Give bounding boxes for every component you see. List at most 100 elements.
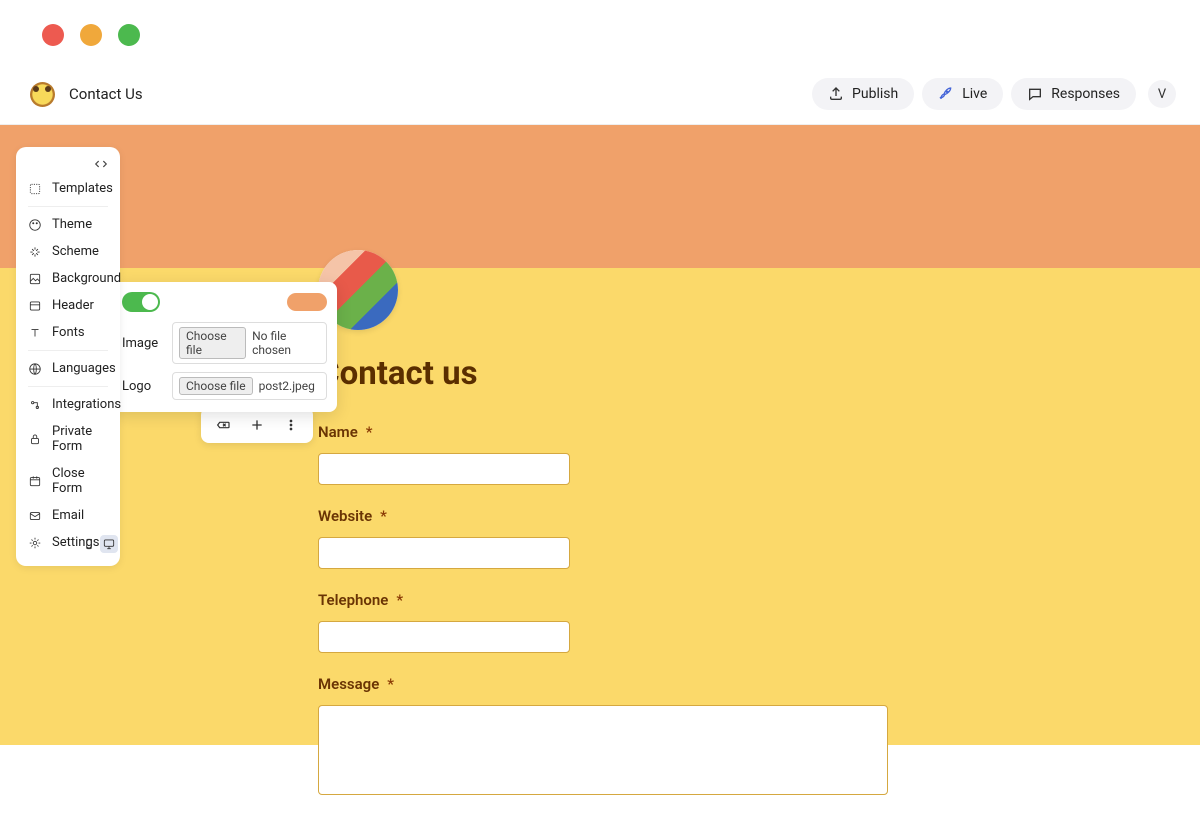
sidebar-private-form-label: Private Form [52, 424, 108, 454]
required-asterisk: * [380, 507, 387, 525]
templates-icon [28, 182, 42, 196]
publish-label: Publish [852, 86, 898, 102]
image-file-box[interactable]: Choose file No file chosen [172, 322, 327, 364]
image-upload-row: Image Choose file No file chosen [122, 322, 327, 364]
live-label: Live [962, 86, 987, 102]
image-icon [28, 272, 42, 286]
delete-icon[interactable] [215, 417, 231, 433]
sidebar-separator-2 [28, 350, 108, 351]
app-logo-icon[interactable] [30, 82, 55, 107]
sidebar-templates-label: Templates [52, 181, 113, 196]
text-icon [28, 326, 42, 340]
telephone-input[interactable] [318, 621, 570, 653]
image-upload-label: Image [122, 336, 162, 351]
logo-upload-label: Logo [122, 379, 162, 394]
gear-icon [28, 536, 42, 550]
sidebar-templates[interactable]: Templates [16, 175, 120, 202]
app-title: Contact Us [69, 85, 143, 103]
sidebar-email[interactable]: Email [16, 502, 120, 529]
field-website-label: Website * [318, 507, 888, 525]
plus-icon[interactable] [249, 417, 265, 433]
header-visible-toggle[interactable] [122, 292, 160, 312]
topbar: Contact Us Publish Live Responses V [0, 70, 1200, 125]
chat-icon [1027, 86, 1043, 102]
topbar-left: Contact Us [30, 82, 143, 107]
field-name-label: Name * [318, 423, 888, 441]
maximize-window-dot[interactable] [118, 24, 140, 46]
header-settings-popover: Image Choose file No file chosen Logo Ch… [112, 282, 337, 412]
field-telephone-label: Telephone * [318, 591, 888, 609]
sidebar-fonts-label: Fonts [52, 325, 85, 340]
sidebar-integrations-label: Integrations [52, 397, 121, 412]
desktop-icon [102, 537, 116, 551]
palette-icon [28, 218, 42, 232]
canvas-area: Templates Theme Scheme Background Header… [0, 125, 1200, 745]
field-toolbar [201, 407, 313, 443]
sidebar-theme[interactable]: Theme [16, 211, 120, 238]
form-preview: Contact us Name * Website * Telephone * [318, 250, 888, 817]
publish-button[interactable]: Publish [812, 78, 914, 110]
field-message-label: Message * [318, 675, 888, 693]
form-title[interactable]: Contact us [318, 354, 888, 393]
field-message[interactable]: Message * [318, 675, 888, 795]
sidebar-separator-3 [28, 386, 108, 387]
field-name[interactable]: Name * [318, 423, 888, 485]
close-window-dot[interactable] [42, 24, 64, 46]
responses-label: Responses [1051, 86, 1120, 102]
name-input[interactable] [318, 453, 570, 485]
sidebar-close-form-label: Close Form [52, 466, 108, 496]
required-asterisk: * [366, 423, 373, 441]
topbar-right: Publish Live Responses V [812, 78, 1176, 110]
sidebar-background[interactable]: Background [16, 265, 120, 292]
required-asterisk: * [387, 675, 394, 693]
editor-sidebar: Templates Theme Scheme Background Header… [16, 147, 120, 566]
header-color-swatch[interactable] [287, 293, 327, 311]
sidebar-scheme-label: Scheme [52, 244, 99, 259]
sidebar-integrations[interactable]: Integrations [16, 391, 120, 418]
logo-choose-button[interactable]: Choose file [179, 377, 253, 395]
logo-upload-row: Logo Choose file post2.jpeg [122, 372, 327, 400]
integrations-icon [28, 398, 42, 412]
sidebar-close-form[interactable]: Close Form [16, 460, 120, 502]
live-button[interactable]: Live [922, 78, 1003, 110]
minimize-window-dot[interactable] [80, 24, 102, 46]
globe-icon [28, 362, 42, 376]
field-website[interactable]: Website * [318, 507, 888, 569]
sidebar-header[interactable]: Header [16, 292, 120, 319]
user-avatar[interactable]: V [1148, 80, 1176, 108]
code-icon [94, 157, 108, 171]
sidebar-header-label: Header [52, 298, 94, 313]
desktop-view-button[interactable] [100, 535, 118, 553]
logo-file-name: post2.jpeg [259, 379, 315, 393]
field-website-text: Website [318, 507, 372, 525]
mobile-view-button[interactable] [80, 535, 98, 553]
sidebar-private-form[interactable]: Private Form [16, 418, 120, 460]
user-initial: V [1158, 87, 1166, 102]
form-header-band [0, 125, 1200, 268]
sidebar-separator [28, 206, 108, 207]
rocket-icon [938, 86, 954, 102]
sidebar-languages[interactable]: Languages [16, 355, 120, 382]
responses-button[interactable]: Responses [1011, 78, 1136, 110]
more-vertical-icon[interactable] [283, 417, 299, 433]
calendar-icon [28, 474, 42, 488]
message-textarea[interactable] [318, 705, 888, 795]
window-controls [0, 0, 1200, 70]
code-toggle[interactable] [16, 157, 120, 175]
upload-icon [828, 86, 844, 102]
field-telephone[interactable]: Telephone * [318, 591, 888, 653]
sidebar-theme-label: Theme [52, 217, 92, 232]
sidebar-languages-label: Languages [52, 361, 116, 376]
field-name-text: Name [318, 423, 358, 441]
sidebar-fonts[interactable]: Fonts [16, 319, 120, 346]
sparkle-icon [28, 245, 42, 259]
sidebar-email-label: Email [52, 508, 84, 523]
image-file-name: No file chosen [252, 329, 320, 357]
logo-file-box[interactable]: Choose file post2.jpeg [172, 372, 327, 400]
field-telephone-text: Telephone [318, 591, 388, 609]
mail-icon [28, 509, 42, 523]
image-choose-button[interactable]: Choose file [179, 327, 246, 359]
website-input[interactable] [318, 537, 570, 569]
sidebar-scheme[interactable]: Scheme [16, 238, 120, 265]
lock-icon [28, 432, 42, 446]
